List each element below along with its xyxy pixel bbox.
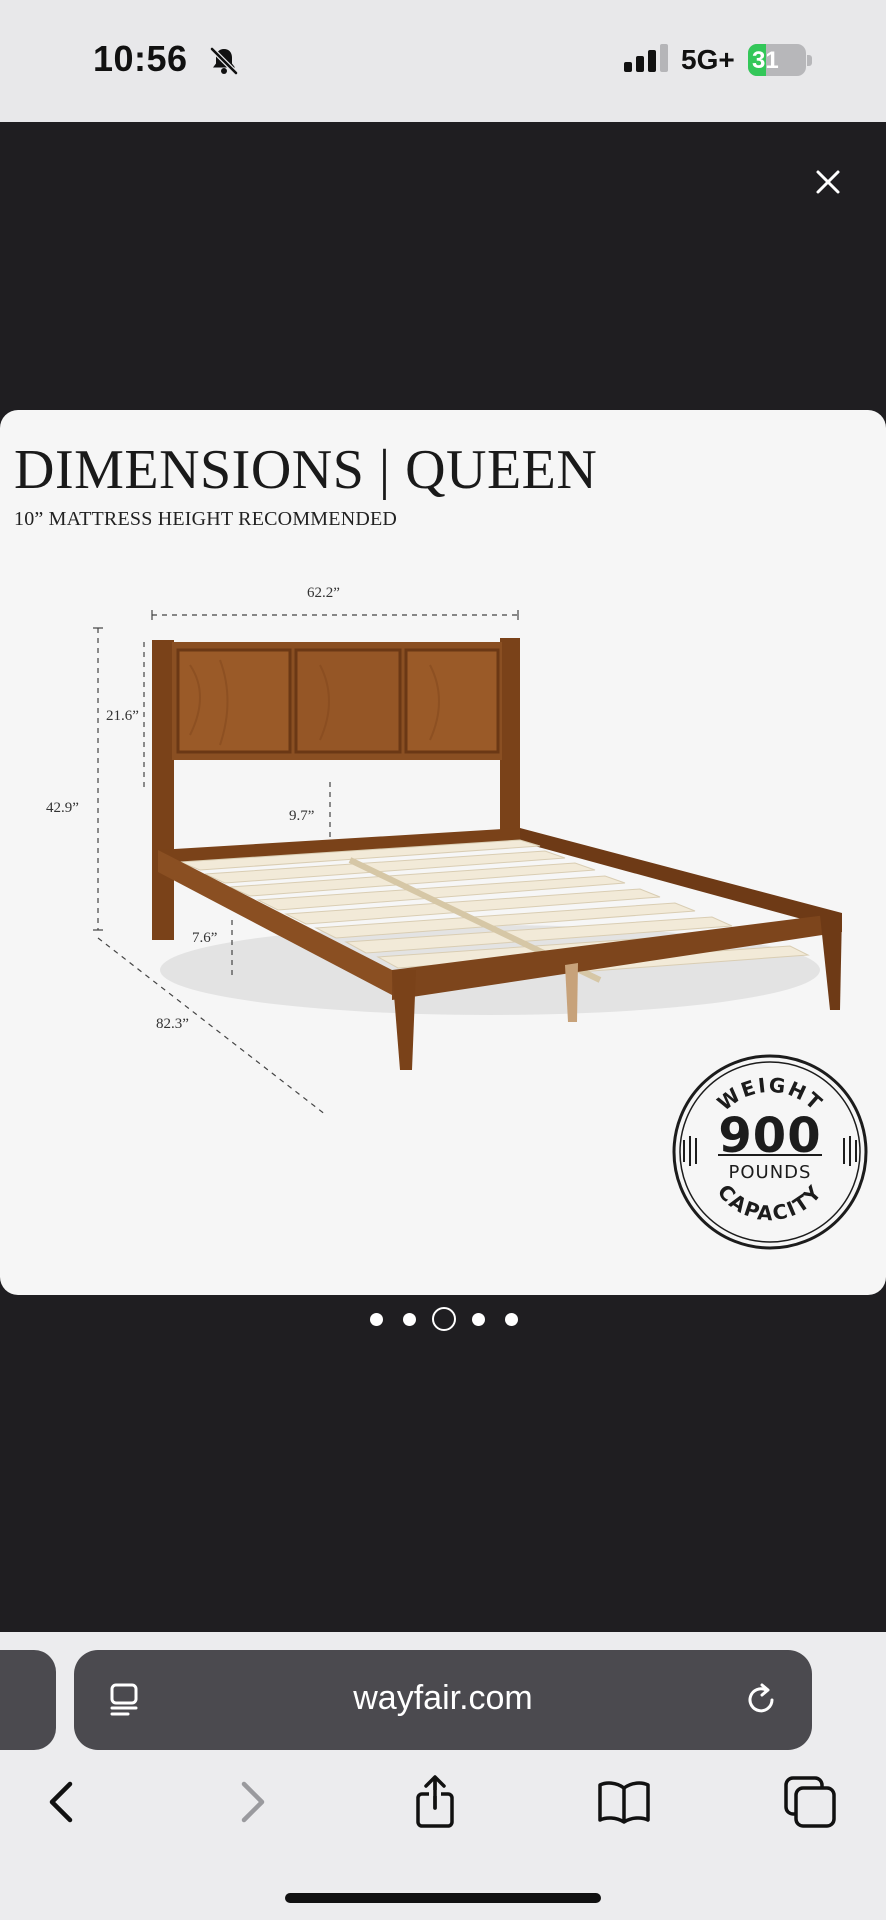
badge-unit: POUNDS: [728, 1162, 812, 1183]
dimension-rail-height: 7.6”: [192, 930, 218, 946]
pager-dot[interactable]: [370, 1312, 383, 1326]
address-bar[interactable]: wayfair.com: [74, 1650, 812, 1750]
badge-bottom-text: CAPACITY: [713, 1180, 825, 1226]
dimension-underbed-clearance: 9.7”: [289, 808, 315, 824]
cellular-signal-icon: [624, 44, 668, 72]
dimension-width: 62.2”: [307, 585, 340, 601]
dimension-length: 82.3”: [156, 1016, 189, 1032]
pager-dot-active[interactable]: [432, 1307, 456, 1331]
pager-dot[interactable]: [472, 1312, 485, 1326]
dimension-total-height: 42.9”: [46, 800, 79, 816]
reload-icon[interactable]: [742, 1680, 782, 1720]
close-icon[interactable]: [806, 160, 850, 204]
url-text[interactable]: wayfair.com: [74, 1679, 812, 1718]
bell-slash-icon: [210, 47, 238, 75]
dimension-headboard-height: 21.6”: [106, 708, 139, 724]
status-time: 10:56: [93, 38, 188, 79]
product-image[interactable]: DIMENSIONS | QUEEN 10” MATTRESS HEIGHT R…: [0, 410, 886, 1295]
image-title: DIMENSIONS | QUEEN: [14, 439, 598, 501]
previous-tab[interactable]: [0, 1650, 56, 1750]
home-indicator: [285, 1893, 601, 1903]
weight-capacity-badge: WEIGHT CAPACITY 900 POUNDS: [670, 1052, 870, 1252]
share-icon[interactable]: [408, 1774, 464, 1830]
network-type: 5G+: [681, 44, 735, 75]
pager-dot[interactable]: [403, 1312, 416, 1326]
image-pager[interactable]: [360, 1304, 528, 1334]
pager-dot[interactable]: [505, 1312, 518, 1326]
forward-icon[interactable]: [224, 1774, 280, 1830]
bookmarks-icon[interactable]: [596, 1774, 652, 1830]
battery-percent: 31: [752, 47, 779, 74]
badge-number: 900: [718, 1108, 822, 1164]
battery-charging-icon: 31: [748, 44, 812, 76]
svg-text:CAPACITY: CAPACITY: [713, 1180, 827, 1226]
back-icon[interactable]: [34, 1774, 90, 1830]
status-bar: 10:56 5G+ 31: [0, 0, 886, 122]
image-subtitle: 10” MATTRESS HEIGHT RECOMMENDED: [14, 508, 398, 530]
tabs-icon[interactable]: [782, 1774, 838, 1830]
